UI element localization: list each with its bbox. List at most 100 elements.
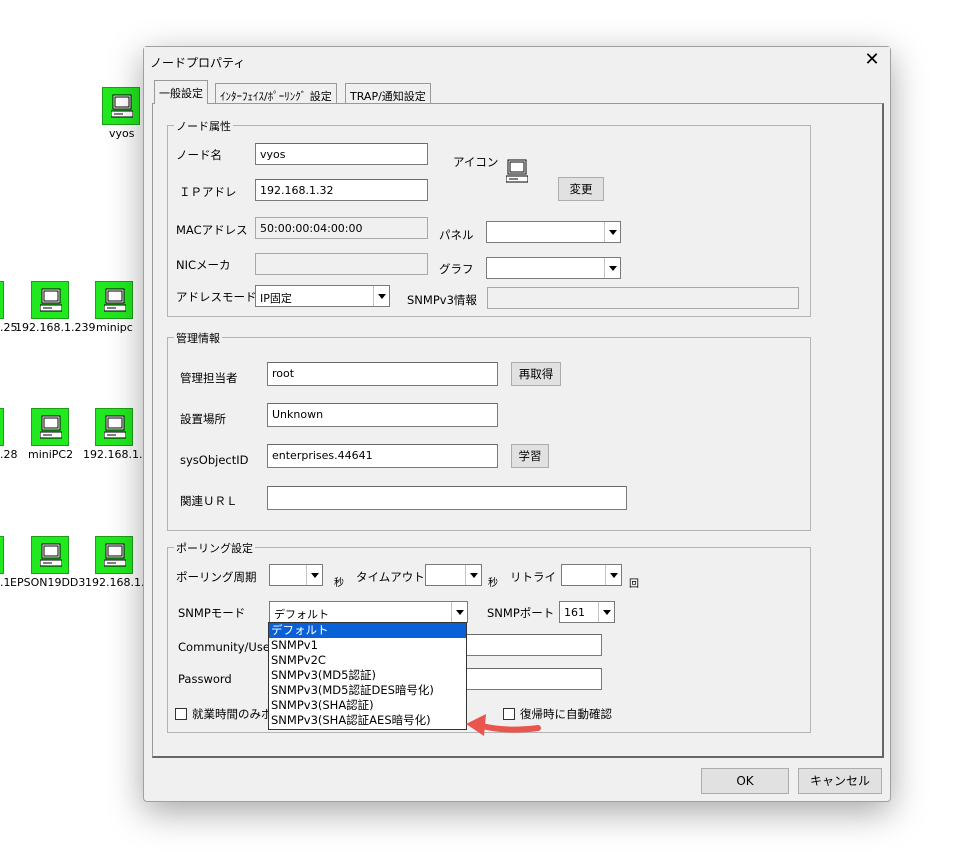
- tab-label: TRAP/通知設定: [350, 90, 426, 103]
- business-hours-label: 就業時間のみポ: [192, 707, 273, 721]
- computer-icon: [104, 543, 126, 567]
- node-icon[interactable]: [0, 536, 4, 574]
- computer-icon: [506, 159, 528, 183]
- node-properties-dialog: ノードプロパティ ✕ 一般設定 ｲﾝﾀｰﾌｪｲｽ/ﾎﾟｰﾘﾝｸﾞ 設定 TRAP…: [143, 46, 891, 802]
- graph-label: グラフ: [439, 262, 474, 276]
- retry-label: リトライ: [510, 570, 556, 584]
- node-label: 192.168.1.8: [85, 576, 152, 589]
- chevron-down-icon[interactable]: [451, 602, 467, 622]
- mac-label: MACアドレス: [176, 223, 248, 237]
- seconds-unit: 秒: [488, 578, 498, 589]
- computer-icon: [111, 94, 133, 118]
- change-icon-button[interactable]: 変更: [558, 177, 604, 201]
- panel-label: パネル: [439, 228, 474, 242]
- node-icon-minipc[interactable]: [95, 281, 133, 319]
- group-title: 管理情報: [174, 330, 222, 346]
- address-mode-select[interactable]: IP固定: [255, 285, 390, 307]
- tab-trap-notify[interactable]: TRAP/通知設定: [345, 83, 431, 105]
- admin-label: 管理担当者: [180, 371, 238, 385]
- tab-label: ｲﾝﾀｰﾌｪｲｽ/ﾎﾟｰﾘﾝｸﾞ 設定: [220, 90, 332, 103]
- title-bar[interactable]: ノードプロパティ ✕: [144, 47, 890, 75]
- dialog-title: ノードプロパティ: [150, 56, 246, 70]
- ip-field[interactable]: 192.168.1.32: [255, 179, 428, 201]
- related-url-field[interactable]: [267, 486, 627, 510]
- polling-interval-label: ポーリング周期: [176, 570, 257, 584]
- node-icon-192-168-1-239[interactable]: [31, 281, 69, 319]
- polling-interval-select[interactable]: [269, 564, 323, 586]
- computer-icon: [40, 288, 62, 312]
- reacquire-button[interactable]: 再取得: [511, 362, 561, 386]
- business-hours-checkbox[interactable]: [175, 708, 187, 720]
- node-name-field[interactable]: vyos: [255, 143, 428, 165]
- sysobjectid-field[interactable]: enterprises.44641: [267, 444, 498, 468]
- node-icon-192-168-1-24[interactable]: [95, 408, 133, 446]
- close-icon[interactable]: ✕: [862, 50, 882, 70]
- address-mode-value: IP固定: [260, 292, 292, 305]
- dropdown-option[interactable]: SNMPv2C: [269, 653, 466, 668]
- graph-select[interactable]: [486, 257, 621, 279]
- timeout-label: タイムアウト: [356, 570, 425, 584]
- node-label: miniPC2: [28, 448, 74, 461]
- node-label: 192.168.1.239: [15, 321, 96, 334]
- learn-button[interactable]: 学習: [511, 444, 549, 468]
- dropdown-option[interactable]: デフォルト: [269, 623, 466, 638]
- node-label: vyos: [109, 127, 135, 140]
- node-icon-192-168-1-8[interactable]: [95, 536, 133, 574]
- tab-interface-polling[interactable]: ｲﾝﾀｰﾌｪｲｽ/ﾎﾟｰﾘﾝｸﾞ 設定: [215, 83, 337, 105]
- snmpv3-info-label: SNMPv3情報: [407, 293, 477, 307]
- dropdown-option[interactable]: SNMPv3(SHA認証AES暗号化): [269, 713, 466, 728]
- address-mode-label: アドレスモード: [176, 290, 257, 304]
- snmp-mode-dropdown-list: デフォルト SNMPv1 SNMPv2C SNMPv3(MD5認証) SNMPv…: [268, 622, 467, 730]
- snmp-port-label: SNMPポート: [487, 606, 555, 620]
- snmp-mode-value: デフォルト: [274, 608, 329, 621]
- location-label: 設置場所: [180, 412, 226, 426]
- chevron-down-icon[interactable]: [465, 565, 481, 585]
- dropdown-option[interactable]: SNMPv1: [269, 638, 466, 653]
- snmp-mode-label: SNMPモード: [178, 606, 246, 620]
- snmp-mode-select[interactable]: デフォルト: [269, 601, 468, 623]
- ok-button[interactable]: OK: [701, 768, 789, 794]
- chevron-down-icon[interactable]: [604, 258, 620, 278]
- node-label: .28: [0, 448, 18, 461]
- node-icon[interactable]: [0, 281, 4, 319]
- node-icon-epson19dd3[interactable]: [31, 536, 69, 574]
- related-url-label: 関連ＵＲＬ: [180, 494, 238, 508]
- times-unit: 回: [629, 579, 639, 590]
- password-label: Password: [178, 672, 232, 686]
- cancel-button[interactable]: キャンセル: [798, 768, 882, 794]
- node-icon-vyos[interactable]: [102, 87, 140, 125]
- annotation-arrow-icon: [466, 714, 541, 736]
- computer-icon: [104, 415, 126, 439]
- computer-icon: [40, 543, 62, 567]
- ip-label: ＩＰアドレ: [179, 185, 237, 199]
- computer-icon: [40, 415, 62, 439]
- group-title: ポーリング設定: [174, 540, 255, 556]
- snmp-port-value: 161: [564, 606, 585, 619]
- timeout-select[interactable]: [425, 564, 482, 586]
- admin-field[interactable]: root: [267, 362, 498, 386]
- node-icon-minipc2[interactable]: [31, 408, 69, 446]
- snmp-port-select[interactable]: 161: [559, 601, 615, 623]
- chevron-down-icon[interactable]: [306, 565, 322, 585]
- chevron-down-icon[interactable]: [604, 222, 620, 242]
- dropdown-option[interactable]: SNMPv3(MD5認証): [269, 668, 466, 683]
- retry-select[interactable]: [561, 564, 622, 586]
- chevron-down-icon[interactable]: [598, 602, 614, 622]
- computer-icon: [104, 288, 126, 312]
- node-label: .1: [0, 576, 11, 589]
- location-field[interactable]: Unknown: [267, 403, 498, 427]
- dropdown-option[interactable]: SNMPv3(SHA認証): [269, 698, 466, 713]
- node-icon[interactable]: [0, 408, 4, 446]
- chevron-down-icon[interactable]: [373, 286, 389, 306]
- nic-field: [255, 253, 428, 275]
- node-name-label: ノード名: [176, 148, 222, 162]
- tab-general[interactable]: 一般設定: [154, 80, 208, 104]
- dropdown-option[interactable]: SNMPv3(MD5認証DES暗号化): [269, 683, 466, 698]
- community-user-label: Community/User: [178, 640, 275, 654]
- seconds-unit: 秒: [334, 578, 344, 589]
- mac-field: 50:00:00:04:00:00: [255, 217, 428, 239]
- node-label: EPSON19DD3: [10, 576, 86, 589]
- panel-select[interactable]: [486, 221, 621, 243]
- tab-label: 一般設定: [159, 87, 203, 100]
- chevron-down-icon[interactable]: [605, 565, 621, 585]
